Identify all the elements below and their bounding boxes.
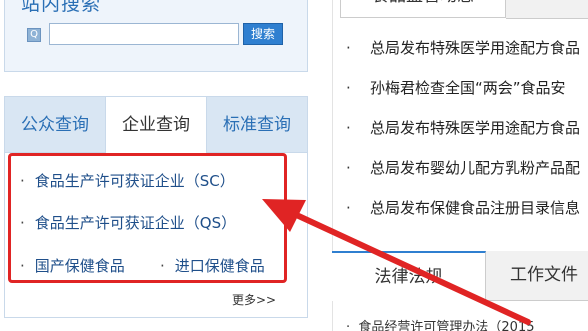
site-search-panel: 站内搜索 Q 搜索 bbox=[4, 0, 308, 72]
news-item[interactable]: · 孙梅君检查全国“两会”食品安 bbox=[346, 78, 580, 118]
search-title: 站内搜索 bbox=[21, 0, 102, 15]
red-highlight-box bbox=[8, 153, 287, 283]
news-item[interactable]: · 总局发布特殊医学用途配方食品 bbox=[346, 118, 580, 158]
bullet-icon: · bbox=[346, 199, 351, 217]
search-input[interactable] bbox=[49, 23, 239, 45]
page-root: 站内搜索 Q 搜索 公众查询 企业查询 标准查询 · 食品生产许可获证企业（SC）… bbox=[0, 0, 588, 331]
search-icon: Q bbox=[27, 28, 41, 42]
news-item-text: 总局发布保健食品注册目录信息 bbox=[370, 199, 581, 217]
law-item-text: 食品经营许可管理办法（2015 bbox=[358, 320, 535, 331]
news-tab-filler bbox=[506, 0, 588, 19]
more-link[interactable]: 更多>> bbox=[232, 291, 276, 308]
news-item-text: 孙梅君检查全国“两会”食品安 bbox=[370, 79, 566, 97]
news-list: · 总局发布特殊医学用途配方食品 · 孙梅君检查全国“两会”食品安 · 总局发布特殊医… bbox=[346, 38, 580, 238]
law-tab-bar: 法律法规 工作文件 bbox=[332, 251, 588, 301]
law-list-item[interactable]: · 食品经营许可管理办法（2015 bbox=[346, 316, 535, 331]
tab-food-supervision-news[interactable]: 食品监管动态 bbox=[340, 0, 506, 18]
news-item-text: 总局发布婴幼儿配方乳粉产品配 bbox=[370, 159, 581, 177]
query-tab-bar: 公众查询 企业查询 标准查询 bbox=[5, 97, 307, 153]
news-item[interactable]: · 总局发布保健食品注册目录信息 bbox=[346, 198, 580, 238]
tab-public-query[interactable]: 公众查询 bbox=[5, 97, 105, 153]
news-item-text: 总局发布特殊医学用途配方食品 bbox=[370, 119, 581, 137]
bullet-icon: · bbox=[346, 79, 351, 97]
bullet-icon: · bbox=[346, 159, 351, 177]
bullet-icon: · bbox=[346, 119, 351, 137]
bullet-icon: · bbox=[346, 39, 351, 57]
news-item[interactable]: · 总局发布特殊医学用途配方食品 bbox=[346, 38, 580, 78]
news-item[interactable]: · 总局发布婴幼儿配方乳粉产品配 bbox=[346, 158, 580, 198]
news-item-text: 总局发布特殊医学用途配方食品 bbox=[370, 39, 581, 57]
tab-laws-regulations[interactable]: 法律法规 bbox=[332, 251, 486, 301]
tab-work-documents[interactable]: 工作文件 bbox=[486, 251, 588, 300]
search-button[interactable]: 搜索 bbox=[243, 23, 283, 45]
tab-standard-query[interactable]: 标准查询 bbox=[207, 97, 307, 153]
bullet-icon: · bbox=[346, 320, 359, 331]
tab-enterprise-query[interactable]: 企业查询 bbox=[105, 97, 207, 153]
